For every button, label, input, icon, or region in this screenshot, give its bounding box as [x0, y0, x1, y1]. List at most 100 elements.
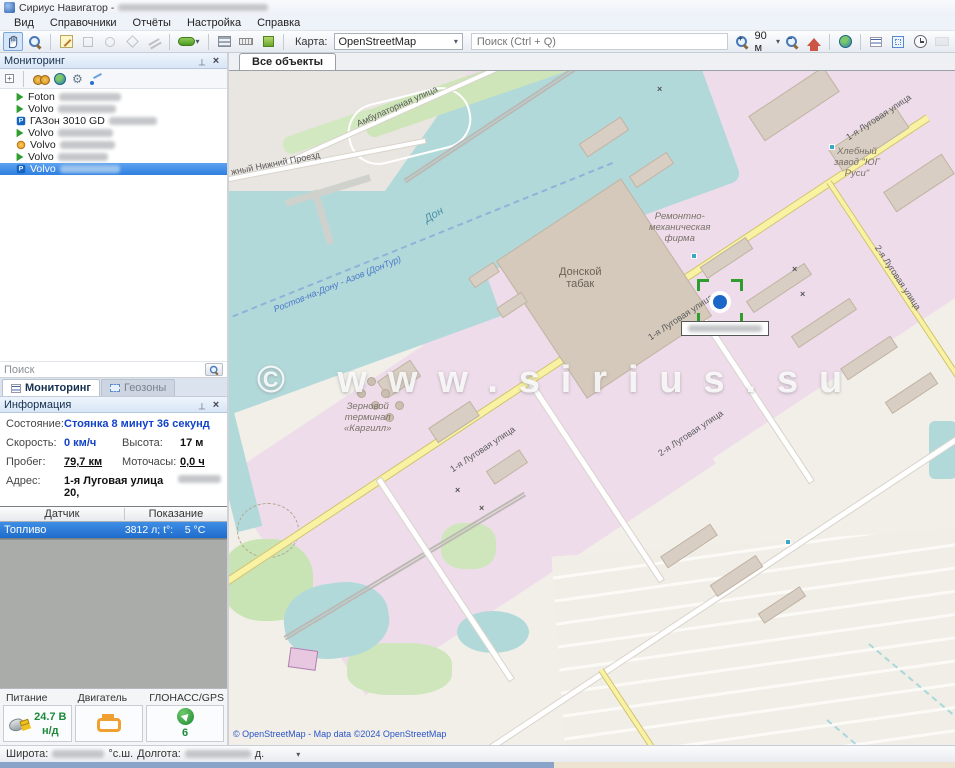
tool-disabled-3[interactable]: [122, 32, 142, 51]
minimap-button[interactable]: [932, 32, 952, 51]
polygon-tool-icon: [126, 35, 139, 48]
vehicle-row-selected[interactable]: P Volvo: [0, 163, 227, 175]
menu-view[interactable]: Вид: [6, 16, 42, 30]
power-gauge: Питание 24.7 В н/д: [3, 691, 72, 742]
find-vehicle-button[interactable]: [33, 74, 48, 84]
square-tool-icon: [83, 37, 93, 47]
edit-icon: [60, 35, 73, 48]
redacted-plate: [59, 93, 121, 101]
engine-label: Двигатель: [75, 691, 144, 705]
vehicle-label: Volvo: [28, 103, 54, 115]
sensor-row-fuel[interactable]: Топливо 3812 л; t°: 5 °C: [0, 522, 227, 538]
menu-settings[interactable]: Настройка: [179, 16, 249, 30]
map-tab-all-objects[interactable]: Все объекты: [239, 53, 336, 70]
tool-disabled-4[interactable]: [144, 32, 164, 51]
vehicle-label: ГАЗон 3010 GD: [30, 115, 105, 127]
gps-label: ГЛОНАСС/GPS: [146, 691, 224, 705]
fit-objects-button[interactable]: [888, 32, 908, 51]
power-box: 24.7 В н/д: [3, 705, 72, 742]
zoom-tool-button[interactable]: [25, 32, 45, 51]
vehicle-tree: Foton Volvo P ГАЗон 3010 GD Volvo: [0, 89, 227, 361]
close-panel-button[interactable]: ×: [209, 399, 223, 411]
search-input[interactable]: [471, 33, 729, 50]
zoom-in-button[interactable]: +: [732, 32, 752, 51]
engine-hours-value[interactable]: 0,0 ч: [180, 456, 205, 468]
pin-icon: ⊤: [198, 56, 206, 67]
edit-geozone-button[interactable]: [56, 32, 76, 51]
ruler-button[interactable]: [236, 32, 256, 51]
vehicle-row[interactable]: Volvo: [0, 127, 227, 139]
pan-tool-button[interactable]: [3, 32, 23, 51]
marker-bracket: [697, 279, 709, 291]
menu-help[interactable]: Справка: [249, 16, 308, 30]
expand-all-button[interactable]: +: [5, 74, 14, 83]
redacted-latitude: [52, 750, 104, 758]
objects-3d-button[interactable]: [258, 32, 278, 51]
zoom-out-button[interactable]: −: [782, 32, 802, 51]
vehicle-row[interactable]: Foton: [0, 91, 227, 103]
moving-status-icon: [17, 129, 24, 138]
close-icon: ×: [213, 399, 219, 411]
map-provider-select[interactable]: OpenStreetMap ▾: [334, 33, 463, 50]
place-label-repair: Ремонтно- механическая фирма: [649, 211, 711, 244]
marker-dot: [713, 295, 727, 309]
menu-directories[interactable]: Справочники: [42, 16, 125, 30]
settings-gear-button[interactable]: ⚙: [72, 73, 83, 85]
globe-icon: [839, 35, 852, 48]
railway-crossing-mark: ×: [479, 503, 484, 513]
place-label-tobacco: Донской табак: [559, 266, 601, 290]
mileage-value[interactable]: 79,7 км: [64, 456, 112, 468]
monitoring-panel-header: Мониторинг ⊤ ×: [0, 53, 227, 69]
pin-button[interactable]: ⊤: [195, 55, 209, 67]
toolbar-separator: [208, 34, 209, 50]
coords-format-dropdown[interactable]: ▾: [296, 750, 300, 759]
vehicle-row[interactable]: Volvo: [0, 139, 227, 151]
desktop-strip-right: [554, 762, 955, 768]
menu-reports[interactable]: Отчёты: [125, 16, 179, 30]
map-tab-strip: Все объекты: [229, 53, 955, 71]
moving-status-icon: [17, 105, 24, 114]
marker-bracket: [731, 279, 743, 291]
tool-disabled-2[interactable]: [100, 32, 120, 51]
sidebar-tabs: Мониторинг Геозоны: [0, 378, 227, 397]
show-on-map-button[interactable]: [54, 73, 66, 85]
vehicle-row[interactable]: Volvo: [0, 151, 227, 163]
report-rows-button[interactable]: [214, 32, 234, 51]
history-button[interactable]: [910, 32, 930, 51]
pin-button[interactable]: ⊤: [195, 399, 209, 411]
place-label-bread: Хлебный завод "ЮГ Руси": [834, 146, 880, 179]
redacted-title-text: [118, 4, 268, 11]
green-box-icon: [263, 36, 274, 47]
map-canvas[interactable]: × × × × × Амбулаторная улица жный Нижний…: [229, 71, 955, 745]
tool-disabled-1[interactable]: [78, 32, 98, 51]
tree-search-button[interactable]: [205, 363, 223, 376]
track-button[interactable]: [89, 74, 102, 84]
close-panel-button[interactable]: ×: [209, 55, 223, 67]
tab-monitoring[interactable]: Мониторинг: [2, 379, 100, 396]
monitoring-toolbar: + ⚙: [0, 69, 227, 89]
tab-geozones[interactable]: Геозоны: [101, 379, 175, 396]
zoom-scale-dropdown[interactable]: ▾: [776, 37, 780, 46]
vehicle-label: Volvo: [28, 127, 54, 139]
legend-button[interactable]: [866, 32, 886, 51]
place-label-grain: Зерновой терминал «Каргилл»: [344, 401, 391, 434]
ruler-icon: [239, 38, 253, 45]
gps-gauge: ГЛОНАСС/GPS 6: [146, 691, 224, 742]
vehicle-map-label: [681, 321, 769, 336]
vehicle-label: Volvo: [28, 151, 54, 163]
power-label: Питание: [3, 691, 72, 705]
status-bar: Широта: °с.ш. Долгота: д. ▾: [0, 745, 955, 762]
vehicle-row[interactable]: P ГАЗон 3010 GD: [0, 115, 227, 127]
home-icon: [807, 38, 821, 46]
gps-satellites-count: 6: [182, 727, 188, 739]
toolbar-separator: [50, 34, 51, 50]
desktop-strip-left: [0, 762, 554, 768]
redacted-plate: [58, 153, 108, 161]
track-display-dropdown[interactable]: ▾: [175, 32, 203, 51]
vehicle-marker[interactable]: [697, 279, 743, 325]
map-globe-button[interactable]: [835, 32, 855, 51]
home-button[interactable]: [804, 32, 824, 51]
sensor-table: Датчик Показание Топливо 3812 л; t°: 5 °…: [0, 506, 227, 539]
vehicle-row[interactable]: Volvo: [0, 103, 227, 115]
parking-status-icon: P: [17, 165, 26, 174]
